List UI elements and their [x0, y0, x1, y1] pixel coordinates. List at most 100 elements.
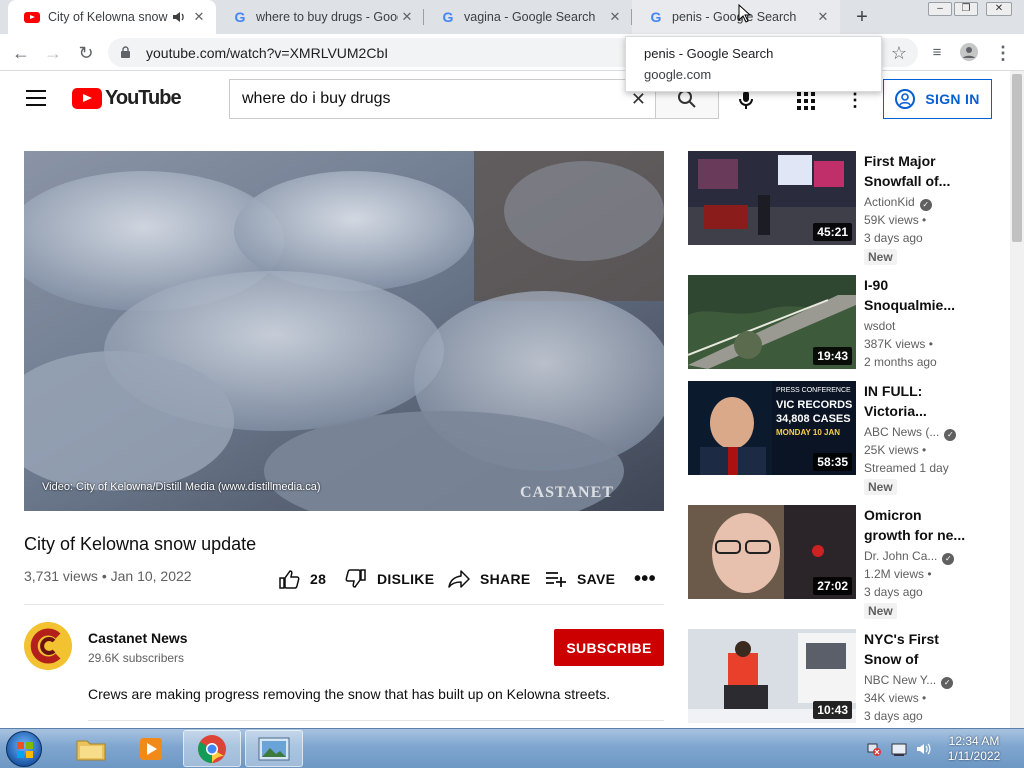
verified-icon: ✓: [944, 429, 957, 441]
thumbnail-caption: 34,808 CASES: [776, 413, 851, 425]
tab-title: where to buy drugs - Google Search: [256, 10, 398, 24]
related-title: IN FULL: Victoria...: [864, 383, 927, 419]
maximize-button[interactable]: ❐: [954, 2, 978, 16]
action-center-icon[interactable]: [891, 741, 907, 757]
tab-google-1[interactable]: G where to buy drugs - Google Search ✕: [216, 0, 424, 34]
video-duration: 58:35: [813, 453, 852, 471]
share-button[interactable]: SHARE: [448, 568, 531, 590]
reload-icon[interactable]: ↻: [75, 42, 97, 64]
bookmark-star-icon[interactable]: ☆: [888, 42, 910, 64]
related-title: NYC's First Snow of 2022:...: [864, 631, 939, 667]
taskbar-explorer[interactable]: [62, 730, 120, 767]
media-control-icon[interactable]: ≡: [926, 42, 948, 64]
subscriber-count: 29.6K subscribers: [88, 651, 185, 665]
video-duration: 27:02: [813, 577, 852, 595]
related-views: 387K views •: [864, 337, 933, 351]
related-video[interactable]: 10:43 NYC's First Snow of 2022:... NBC N…: [688, 629, 1008, 723]
taskbar-chrome[interactable]: [183, 730, 241, 767]
tab-youtube[interactable]: City of Kelowna snow update - YouTube ✕: [8, 0, 216, 34]
related-video[interactable]: 45:21 First Major Snowfall of... ActionK…: [688, 151, 1008, 265]
video-player[interactable]: Video: City of Kelowna/Distill Media (ww…: [24, 151, 664, 511]
network-warning-icon[interactable]: [866, 741, 882, 757]
save-button[interactable]: SAVE: [545, 568, 615, 590]
share-icon: [448, 570, 470, 588]
video-thumbnail[interactable]: 10:43: [688, 629, 856, 723]
apps-grid-icon[interactable]: [797, 92, 815, 110]
youtube-icon: [24, 9, 40, 25]
url-text: youtube.com/watch?v=XMRLVUM2CbI: [146, 44, 389, 61]
search-input[interactable]: [242, 90, 612, 108]
related-channel: Dr. John Ca... ✓: [864, 549, 955, 565]
related-views: 1.2M views •: [864, 567, 932, 581]
settings-more-icon[interactable]: ⋮: [846, 90, 864, 110]
taskbar-picture-viewer[interactable]: [245, 730, 303, 767]
video-thumbnail[interactable]: 19:43: [688, 275, 856, 369]
close-tab-icon[interactable]: ✕: [190, 8, 208, 26]
related-views: 59K views •: [864, 213, 927, 227]
related-video[interactable]: PRESS CONFERENCE VIC RECORDS 34,808 CASE…: [688, 381, 1008, 495]
google-icon: G: [234, 9, 246, 25]
channel-avatar[interactable]: [24, 622, 72, 670]
tab-hover-card: penis - Google Search google.com: [625, 36, 882, 92]
video-description: Crews are making progress removing the s…: [88, 686, 611, 702]
video-thumbnail[interactable]: PRESS CONFERENCE VIC RECORDS 34,808 CASE…: [688, 381, 856, 475]
related-video[interactable]: 27:02 Omicron growth for ne... Dr. John …: [688, 505, 1008, 619]
tab-google-2[interactable]: G vagina - Google Search ✕: [424, 0, 632, 34]
close-tab-icon[interactable]: ✕: [606, 8, 624, 26]
profile-icon[interactable]: [958, 42, 980, 64]
channel-name[interactable]: Castanet News: [88, 630, 188, 646]
new-tab-button[interactable]: +: [852, 7, 872, 27]
related-channel: NBC New Y... ✓: [864, 673, 954, 689]
video-frame: [24, 151, 664, 511]
tab-title: vagina - Google Search: [464, 10, 596, 24]
related-age: Streamed 1 day: [864, 461, 949, 475]
video-thumbnail[interactable]: 45:21: [688, 151, 856, 245]
video-title: City of Kelowna snow update: [24, 534, 257, 554]
video-duration: 19:43: [813, 347, 852, 365]
chrome-menu-icon[interactable]: ⋮: [992, 42, 1014, 64]
close-tab-icon[interactable]: ✕: [398, 8, 416, 26]
taskbar-media-player[interactable]: [122, 730, 180, 767]
media-player-icon: [140, 737, 162, 760]
playlist-add-icon: [546, 572, 566, 587]
chrome-icon: [198, 734, 226, 763]
like-button[interactable]: 28: [278, 568, 326, 590]
new-badge: New: [864, 249, 897, 265]
related-channel: ActionKid ✓: [864, 195, 932, 211]
search-box: ✕: [229, 79, 656, 119]
hovercard-title: penis - Google Search: [644, 46, 774, 61]
related-age: 3 days ago: [864, 585, 923, 599]
thumbs-up-icon: [279, 570, 300, 589]
back-icon[interactable]: ←: [10, 42, 32, 64]
volume-icon[interactable]: [915, 741, 931, 757]
related-channel: ABC News (... ✓: [864, 425, 957, 441]
related-video[interactable]: 19:43 I-90 Snoqualmie... wsdot 387K view…: [688, 275, 1008, 385]
verified-icon: ✓: [919, 199, 932, 211]
menu-icon[interactable]: [26, 90, 46, 106]
google-icon: G: [442, 9, 454, 25]
tab-title: City of Kelowna snow update - YouTube: [48, 10, 168, 24]
more-actions-icon[interactable]: •••: [634, 568, 656, 590]
scrollbar-thumb[interactable]: [1012, 74, 1022, 242]
close-tab-icon[interactable]: ✕: [814, 8, 832, 26]
youtube-logo[interactable]: YouTube: [72, 87, 182, 110]
forward-icon[interactable]: →: [42, 42, 64, 64]
dislike-button[interactable]: DISLIKE: [345, 568, 434, 590]
clear-search-icon[interactable]: ✕: [631, 89, 646, 110]
new-badge: New: [864, 603, 897, 619]
related-channel: wsdot: [864, 319, 896, 333]
start-button[interactable]: [6, 731, 42, 767]
minimize-button[interactable]: –: [928, 2, 952, 16]
sign-in-button[interactable]: SIGN IN: [883, 79, 992, 119]
subscribe-button[interactable]: SUBSCRIBE: [554, 629, 664, 666]
video-thumbnail[interactable]: 27:02: [688, 505, 856, 599]
related-title: First Major Snowfall of...: [864, 153, 951, 189]
system-clock[interactable]: 12:34 AM 1/11/2022: [944, 734, 1004, 764]
speaker-icon[interactable]: [172, 9, 186, 25]
tab-google-3[interactable]: G penis - Google Search ✕: [632, 0, 840, 34]
like-count: 28: [310, 571, 327, 587]
verified-icon: ✓: [941, 677, 954, 689]
video-duration: 10:43: [813, 701, 852, 719]
divider: [24, 604, 664, 605]
close-window-button[interactable]: ✕: [986, 2, 1012, 16]
